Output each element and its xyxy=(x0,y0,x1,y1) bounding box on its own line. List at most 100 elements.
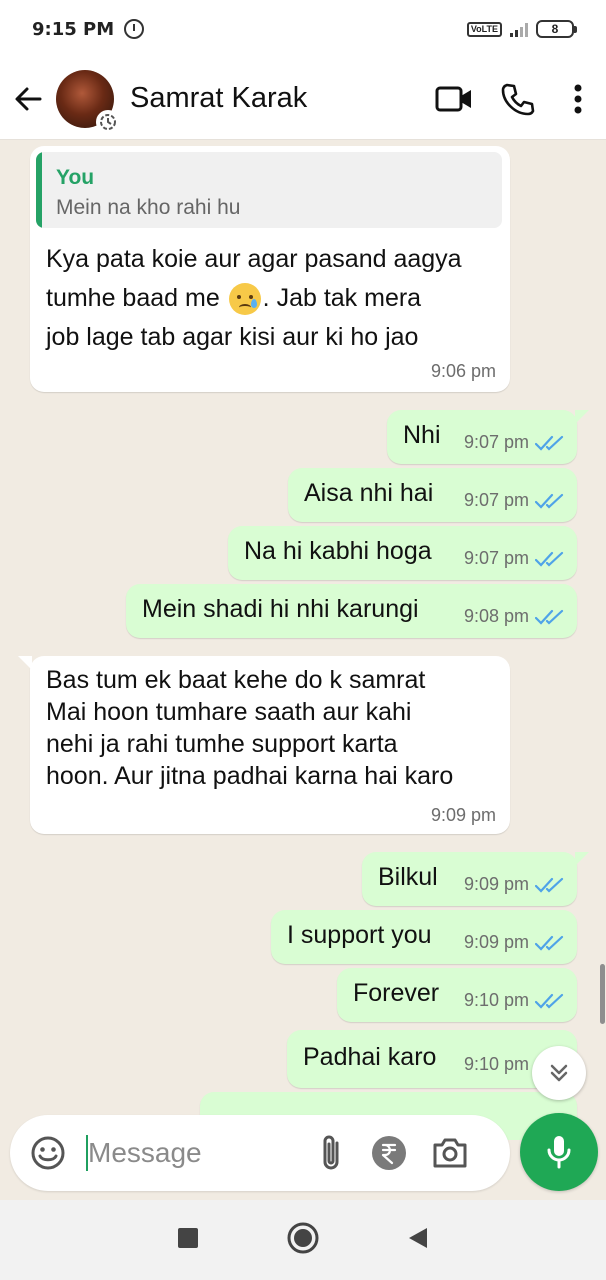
message-time: 9:10 pm xyxy=(464,990,565,1011)
double-check-icon xyxy=(535,494,564,509)
double-check-icon xyxy=(535,610,564,625)
camera-button[interactable] xyxy=(420,1115,480,1191)
scroll-down-icon xyxy=(550,1064,568,1082)
message-text: Na hi kabhi hoga xyxy=(244,537,432,565)
recents-icon xyxy=(178,1227,198,1248)
video-call-button[interactable] xyxy=(422,58,486,140)
reply-text: Mein na kho rahi hu xyxy=(56,196,241,219)
more-options-button[interactable] xyxy=(550,58,606,140)
avatar[interactable] xyxy=(56,69,120,134)
voice-call-button[interactable] xyxy=(486,58,550,140)
message-time-text: 9:10 pm xyxy=(463,990,529,1010)
recents-button[interactable] xyxy=(177,1227,199,1254)
reply-author: You xyxy=(56,166,95,189)
home-button[interactable] xyxy=(287,1222,319,1259)
double-check-icon xyxy=(535,878,564,893)
message-text: Bilkul xyxy=(378,863,438,891)
status-time: 9:15 PM xyxy=(32,18,115,40)
double-check-icon xyxy=(535,552,564,567)
back-button[interactable] xyxy=(0,58,56,140)
message-line: Kya pata koie aur agar pasand aagya xyxy=(46,245,462,273)
alarm-icon xyxy=(124,19,145,39)
more-options-icon xyxy=(574,84,582,113)
message-text: I support you xyxy=(287,921,432,949)
message-composer xyxy=(10,1115,510,1191)
message-time: 9:09 pm xyxy=(430,805,496,825)
voice-call-icon xyxy=(501,83,535,115)
message-outgoing[interactable]: Na hi kabhi hoga 9:07 pm xyxy=(228,526,577,580)
message-outgoing[interactable]: Aisa nhi hai 9:07 pm xyxy=(288,468,577,522)
message-outgoing[interactable]: Bilkul 9:09 pm xyxy=(362,852,589,906)
message-line: tumhe baad me . Jab tak mera xyxy=(46,279,502,318)
message-line-part: tumhe baad me xyxy=(46,284,220,312)
status-bar: 9:15 PM VoLTE 8 xyxy=(0,0,606,58)
message-line: hoon. Aur jitna padhai karna hai karo xyxy=(46,762,454,790)
message-incoming[interactable]: You Mein na kho rahi hu Kya pata koie au… xyxy=(30,146,510,392)
header-actions xyxy=(422,58,606,140)
double-check-icon xyxy=(535,436,564,451)
message-text: Mein shadi hi nhi karungi xyxy=(142,595,419,623)
scrollbar[interactable] xyxy=(600,964,605,1024)
crying-face-emoji-icon xyxy=(228,283,261,316)
message-text: Aisa nhi hai xyxy=(304,479,434,507)
emoji-button[interactable] xyxy=(18,1115,78,1191)
message-line: job lage tab agar kisi aur ki ho jao xyxy=(46,323,419,351)
scroll-down-button[interactable] xyxy=(532,1046,586,1100)
message-input[interactable] xyxy=(88,1137,288,1169)
message-body: Kya pata koie aur agar pasand aagya tumh… xyxy=(36,228,502,357)
reply-quote[interactable]: You Mein na kho rahi hu xyxy=(36,152,502,228)
message-time: 9:07 pm xyxy=(464,432,565,453)
message-text: Forever xyxy=(353,979,440,1007)
chat-area[interactable]: You Mein na kho rahi hu Kya pata koie au… xyxy=(0,140,606,1140)
system-nav-bar xyxy=(0,1200,606,1280)
emoji-icon xyxy=(31,1136,65,1170)
message-time: 9:08 pm xyxy=(464,606,565,627)
message-time: 9:07 pm xyxy=(464,548,565,569)
double-check-icon xyxy=(535,936,564,951)
message-line: nehi ja rahi tumhe support karta xyxy=(46,730,398,758)
message-time-text: 9:09 pm xyxy=(463,932,529,952)
payment-button[interactable] xyxy=(362,1115,416,1191)
chat-header: Samrat Karak xyxy=(0,58,606,140)
back-nav-icon xyxy=(409,1227,427,1248)
battery-icon: 8 xyxy=(536,20,577,38)
message-time: 9:07 pm xyxy=(464,490,565,511)
volte-icon: VoLTE xyxy=(466,21,502,37)
message-outgoing[interactable]: I support you 9:09 pm xyxy=(271,910,577,964)
message-time: 9:09 pm xyxy=(464,874,565,895)
message-text: Padhai karo xyxy=(303,1043,437,1071)
message-line-part: . Jab tak mera xyxy=(262,284,422,312)
signal-icon xyxy=(510,21,528,37)
back-arrow-icon xyxy=(15,87,42,110)
attach-icon xyxy=(323,1135,339,1170)
message-time-text: 9:09 pm xyxy=(463,874,529,894)
status-indicators: VoLTE 8 xyxy=(466,20,577,38)
double-check-icon xyxy=(535,994,564,1009)
message-incoming[interactable]: Bas tum ek baat kehe do k samrat Mai hoo… xyxy=(18,656,510,834)
contact-name[interactable]: Samrat Karak xyxy=(130,82,307,115)
message-time: 9:10 pm xyxy=(464,1054,529,1075)
message-text: Nhi xyxy=(403,421,441,449)
back-nav-button[interactable] xyxy=(407,1226,429,1255)
message-time-text: 9:08 pm xyxy=(463,606,529,626)
mic-icon xyxy=(547,1136,571,1169)
message-time: 9:09 pm xyxy=(464,932,565,953)
video-call-icon xyxy=(435,86,471,111)
status-ring-icon xyxy=(96,109,120,134)
message-time: 9:06 pm xyxy=(430,361,496,381)
message-outgoing[interactable]: Mein shadi hi nhi karungi 9:08 pm xyxy=(126,584,577,638)
voice-message-button[interactable] xyxy=(520,1113,598,1191)
message-outgoing[interactable]: Nhi 9:07 pm xyxy=(387,410,589,464)
message-time-text: 9:07 pm xyxy=(463,432,529,452)
message-time-text: 9:07 pm xyxy=(463,490,529,510)
message-time-text: 9:07 pm xyxy=(463,548,529,568)
message-line: Mai hoon tumhare saath aur kahi xyxy=(46,698,412,726)
rupee-icon xyxy=(372,1136,406,1170)
message-line: Bas tum ek baat kehe do k samrat xyxy=(46,666,426,694)
message-time-text: 9:10 pm xyxy=(463,1054,529,1074)
message-outgoing[interactable]: Forever 9:10 pm xyxy=(337,968,577,1022)
message-body: Bas tum ek baat kehe do k samrat Mai hoo… xyxy=(46,664,453,792)
home-icon xyxy=(287,1222,319,1253)
attach-button[interactable] xyxy=(304,1115,358,1191)
camera-icon xyxy=(433,1138,467,1168)
